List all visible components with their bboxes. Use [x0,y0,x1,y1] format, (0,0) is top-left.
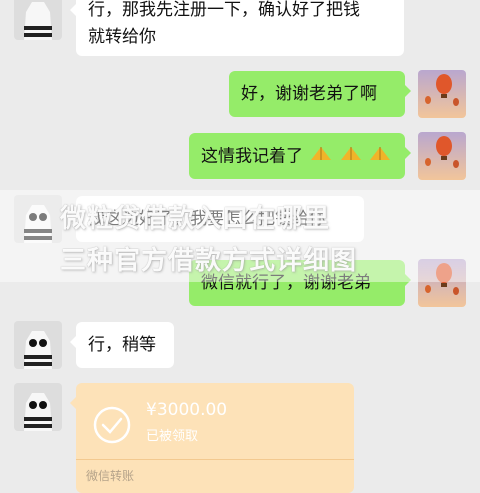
message-bubble-right[interactable]: 好，谢谢老弟了啊 [229,71,411,117]
avatar-contact[interactable] [14,321,62,369]
transfer-card[interactable]: ¥3000.00 已被领取 微信转账 [70,383,354,493]
transfer-footer: 微信转账 [86,469,135,483]
avatar-self[interactable] [418,132,466,180]
avatar-self[interactable] [418,70,466,118]
watermark-line-2: 三种官方借款方式详细图 [60,246,358,276]
message-text: 行，那我先注册一下，确认好了把钱 [88,0,360,20]
praying-hands-icon [340,143,362,170]
message-bubble-left[interactable]: 行，稍等 [70,322,174,368]
message-content: 这情我记着了 [201,143,393,171]
message-bubble-left[interactable]: 行，那我先注册一下，确认好了把钱 就转给你 [70,0,404,56]
praying-hands-icon [369,143,391,170]
watermark-line-1: 微粒贷借款入口在哪里 [60,204,331,234]
message-text: 行，稍等 [88,335,156,355]
message-bubble-right[interactable]: 这情我记着了 [189,133,411,179]
praying-hands-icon [310,143,332,170]
transfer-status: 已被领取 [146,429,199,444]
transfer-amount: ¥3000.00 [146,400,228,420]
message-text: 就转给你 [88,27,156,47]
message-text: 好，谢谢老弟了啊 [241,84,377,104]
check-circle-icon [92,405,132,445]
avatar-contact[interactable] [14,0,62,40]
divider [76,459,354,460]
avatar-contact[interactable] [14,383,62,431]
message-text: 这情我记着了 [201,146,303,167]
